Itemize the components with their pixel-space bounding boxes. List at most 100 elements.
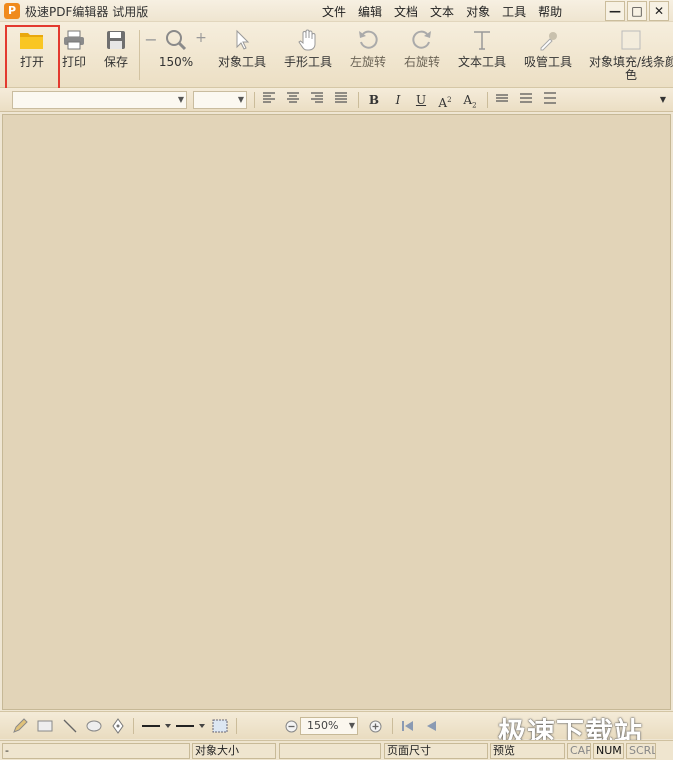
text-tool-label: 文本工具 [457, 55, 506, 69]
chevron-down-icon: ▼ [237, 95, 244, 104]
save-label: 保存 [103, 55, 128, 69]
status-bar: - 对象大小 页面尺寸 预览 CAP NUM SCRL [0, 740, 673, 760]
ellipse-icon [86, 720, 102, 732]
status-scrl: SCRL [626, 743, 656, 759]
rotate-left-icon [349, 26, 387, 54]
zoom-out-small-button[interactable] [282, 717, 300, 735]
object-tool-label: 对象工具 [217, 55, 266, 69]
status-object-size: 对象大小 [192, 743, 276, 759]
pencil-button[interactable] [10, 717, 30, 735]
printer-icon [58, 26, 90, 54]
align-right-icon [311, 92, 323, 103]
rectangle-button[interactable] [35, 717, 55, 735]
align-center-icon [287, 92, 299, 103]
format-separator [254, 92, 255, 108]
align-left-button[interactable] [259, 91, 279, 109]
open-button[interactable]: 打开 [14, 26, 50, 82]
zoom-minus-label: − [144, 30, 158, 49]
zoom-group[interactable]: 150% [158, 26, 194, 82]
bold-button[interactable]: B [364, 91, 384, 109]
print-button[interactable]: 打印 [58, 26, 90, 82]
hand-tool-button[interactable]: 手形工具 [283, 26, 333, 82]
align-justify-icon [335, 92, 347, 103]
color-swatch-icon [589, 26, 673, 54]
close-button[interactable]: ✕ [649, 1, 669, 21]
status-pane-main: - [2, 743, 190, 759]
rotate-right-button[interactable]: 右旋转 [403, 26, 441, 82]
format-toolbar: ▼ ▼ B I U A2 A2 ▼ [0, 88, 673, 112]
eyedropper-icon [523, 26, 573, 54]
zoom-in-small-button[interactable] [366, 717, 384, 735]
align-right-button[interactable] [307, 91, 327, 109]
menu-text[interactable]: 文本 [430, 3, 454, 20]
status-page-size: 页面尺寸 [384, 743, 488, 759]
open-label: 打开 [19, 55, 44, 69]
line-spacing-1-button[interactable] [492, 91, 512, 109]
first-page-button[interactable] [398, 717, 416, 735]
line-icon [63, 719, 77, 733]
chevron-down-icon: ▼ [177, 95, 184, 104]
superscript-mark: 2 [447, 96, 452, 104]
fill-color-label-line2: 色 [624, 68, 637, 82]
status-cap: CAP [567, 743, 591, 759]
drawbar-separator [392, 718, 393, 734]
align-left-icon [263, 92, 275, 103]
menu-help[interactable]: 帮助 [538, 3, 562, 20]
menu-edit[interactable]: 编辑 [358, 3, 382, 20]
main-toolbar: 打开 打印 保存 − 150% + 对象工具 手形工具 左旋转 右旋转 文本工具… [0, 22, 673, 88]
line-button[interactable] [60, 717, 80, 735]
select-area-button[interactable] [210, 717, 230, 735]
zoom-level-select[interactable]: 150% ▼ [300, 717, 358, 735]
line-spacing-icon [496, 94, 508, 102]
status-pane-blank [279, 743, 381, 759]
superscript-button[interactable]: A2 [435, 91, 455, 110]
plus-circle-icon [369, 720, 381, 732]
align-justify-button[interactable] [331, 91, 351, 109]
line-spacing-icon [520, 93, 532, 103]
subscript-button[interactable]: A2 [460, 91, 480, 109]
font-family-select[interactable]: ▼ [12, 91, 187, 109]
status-num: NUM [593, 743, 624, 759]
zoom-level-label: 150% [158, 55, 194, 69]
document-canvas[interactable] [2, 114, 671, 710]
font-size-select[interactable]: ▼ [193, 91, 247, 109]
object-tool-button[interactable]: 对象工具 [217, 26, 267, 82]
italic-button[interactable]: I [388, 91, 408, 109]
pen-button[interactable] [108, 717, 128, 735]
ellipse-button[interactable] [84, 717, 104, 735]
rotate-left-label: 左旋转 [349, 55, 386, 69]
eyedropper-button[interactable]: 吸管工具 [523, 26, 573, 82]
toolbar-overflow-chevron-icon[interactable]: ▼ [657, 91, 669, 109]
zoom-in-button[interactable]: + [195, 30, 207, 86]
line-width-select[interactable] [175, 717, 207, 735]
title-bar: P 极速PDF编辑器 试用版 文件 编辑 文档 文本 对象 工具 帮助 — □ … [0, 0, 673, 22]
line-width-icon [176, 724, 205, 728]
previous-page-button[interactable] [422, 717, 440, 735]
align-center-button[interactable] [283, 91, 303, 109]
menu-document[interactable]: 文档 [394, 3, 418, 20]
menu-file[interactable]: 文件 [322, 3, 346, 20]
rotate-left-button[interactable]: 左旋转 [349, 26, 387, 82]
line-style-select[interactable] [141, 717, 173, 735]
line-spacing-2-button[interactable] [516, 91, 536, 109]
save-button[interactable]: 保存 [100, 26, 132, 82]
minimize-button[interactable]: — [605, 1, 625, 21]
zoom-level-value: 150% [307, 719, 339, 732]
chevron-down-icon: ▼ [348, 721, 355, 730]
dashed-rectangle-icon [212, 719, 228, 733]
arrow-cursor-icon [217, 26, 267, 54]
maximize-button[interactable]: □ [627, 1, 647, 21]
menu-tools[interactable]: 工具 [502, 3, 526, 20]
zoom-out-button[interactable]: − [144, 30, 158, 86]
hand-icon [283, 26, 333, 54]
magnifier-icon [158, 26, 194, 54]
fill-color-button[interactable]: 对象填充/线条颜色 色 [589, 26, 673, 82]
previous-page-icon [427, 721, 436, 731]
line-spacing-3-button[interactable] [540, 91, 560, 109]
print-label: 打印 [61, 55, 86, 69]
underline-button[interactable]: U [411, 91, 431, 109]
text-tool-button[interactable]: 文本工具 [457, 26, 507, 82]
first-page-icon [401, 721, 413, 731]
superscript-label: A [438, 96, 448, 110]
menu-object[interactable]: 对象 [466, 3, 490, 20]
